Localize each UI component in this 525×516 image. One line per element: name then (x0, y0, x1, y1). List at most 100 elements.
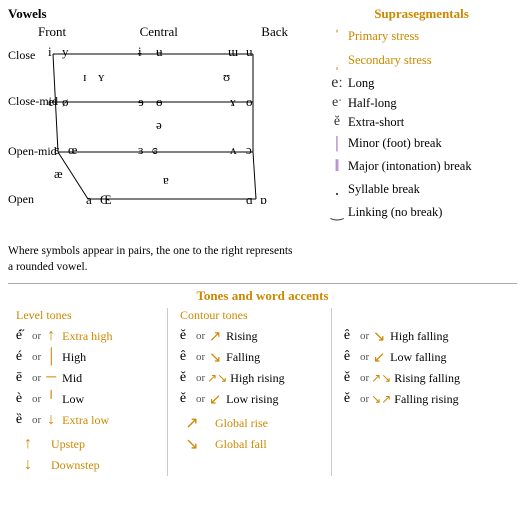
upstep-name: Upstep (51, 437, 85, 452)
high-falling-name: High falling (390, 329, 448, 344)
global-rise-name: Global rise (215, 416, 268, 431)
low-name: Low (62, 392, 84, 407)
tone-downstep: ↓ Downstep (8, 455, 163, 475)
linking-label: Linking (no break) (348, 205, 442, 220)
level-title: Level tones (8, 308, 163, 323)
rising-falling-name: Rising falling (394, 371, 460, 386)
vowel-epsilon: ɛ (54, 142, 59, 158)
vowel-o-slash: ø (62, 94, 69, 110)
vowel-e: e (48, 94, 54, 110)
vowel-y: y (62, 44, 69, 60)
tones-divider (167, 308, 168, 476)
vowel-u-bar: ʉ (156, 44, 163, 60)
high-rising-char: ě (172, 370, 194, 386)
high-rising-name: High rising (230, 371, 284, 386)
tone-high-rising: ě or ↗↘ High rising (172, 368, 327, 388)
low-rising-char: ě (172, 391, 194, 407)
low-rising-name: Low rising (226, 392, 278, 407)
col-back: Back (261, 24, 288, 40)
falling-rising-diacritic: ↘↗ (371, 392, 391, 407)
tone-extra-high: é̋ or ↑ Extra high (8, 326, 163, 346)
tone-upstep: ↑ Upstep (8, 434, 163, 454)
vowel-rams: ɤ (230, 94, 236, 110)
vowel-i-central: ɨ (138, 44, 142, 60)
mid-char: ē (8, 370, 30, 386)
rising-diacritic: ↗ (207, 327, 223, 346)
suprasegmentals-panel: Suprasegmentals ˈ Primary stress ˌ Secon… (318, 6, 517, 275)
top-section: Vowels Front Central Back (8, 6, 517, 275)
vowel-e-mid: ɘ (138, 94, 144, 110)
supra-long: eː Long (326, 74, 517, 92)
minor-break-symbol: | (326, 133, 348, 153)
linking-symbol: ‿ (326, 203, 348, 222)
minor-break-label: Minor (foot) break (348, 136, 442, 151)
high-char: é (8, 349, 30, 365)
tones-divider2 (331, 308, 332, 476)
vowel-description: Where symbols appear in pairs, the one t… (8, 243, 298, 275)
long-label: Long (348, 76, 374, 91)
vowel-turned-alpha: ɒ (260, 192, 267, 208)
low-falling-name: Low falling (390, 350, 446, 365)
vowel-i: i (48, 44, 52, 60)
global-rise-symbol: ↗ (172, 413, 212, 433)
vowel-3: ɜ (138, 142, 143, 158)
supra-secondary-stress: ˌ Secondary stress (326, 50, 517, 71)
vowel-a-turned: ɐ (163, 172, 169, 188)
mid-name: Mid (62, 371, 82, 386)
upstep-symbol: ↑ (8, 435, 48, 453)
extra-high-name: Extra high (62, 329, 112, 344)
falling-rising-name: Falling rising (394, 392, 458, 407)
low-falling-char: ê (336, 349, 358, 365)
global-fall-name: Global fall (215, 437, 267, 452)
tones-columns: Level tones é̋ or ↑ Extra high é or │ Hi… (8, 308, 517, 476)
tone-rising-falling: ě or ↗↘ Rising falling (336, 368, 517, 388)
vowel-Y: ʏ (98, 69, 104, 85)
contour-right-title (336, 308, 517, 323)
tone-low-falling: ê or ↙ Low falling (336, 347, 517, 367)
extra-low-diacritic: ↓ (43, 411, 59, 429)
supra-major-break: ‖ Major (intonation) break (326, 156, 517, 176)
primary-stress-label: Primary stress (348, 29, 419, 44)
extra-low-char: ȅ (8, 412, 30, 428)
extra-high-diacritic: ↑ (43, 327, 59, 345)
tone-rising: ě or ↗ Rising (172, 326, 327, 346)
vowel-upsilon: ʊ (223, 69, 230, 85)
page: Vowels Front Central Back (0, 0, 525, 482)
row-close: Close (8, 48, 35, 63)
vowel-w: ɯ (228, 44, 238, 60)
extra-short-label: Extra-short (348, 115, 404, 130)
high-name: High (62, 350, 86, 365)
low-diacritic: ╵ (43, 390, 59, 409)
contour-tones-col: Contour tones ě or ↗ Rising ê or ↘ Falli… (172, 308, 327, 476)
rising-name: Rising (226, 329, 257, 344)
contour-title: Contour tones (172, 308, 327, 323)
mid-diacritic: ─ (43, 370, 59, 386)
vowel-schwa: ə (156, 117, 162, 133)
supra-linking: ‿ Linking (no break) (326, 203, 517, 222)
low-falling-diacritic: ↙ (371, 348, 387, 367)
major-break-symbol: ‖ (326, 156, 348, 176)
vowel-ae: æ (54, 166, 63, 182)
supra-minor-break: | Minor (foot) break (326, 133, 517, 153)
col-central: Central (140, 24, 178, 40)
supra-syllable-break: . Syllable break (326, 179, 517, 200)
vowel-u: u (246, 44, 253, 60)
secondary-stress-symbol: ˌ (326, 50, 348, 71)
low-char: è (8, 391, 30, 407)
high-falling-char: ê (336, 328, 358, 344)
row-open-mid: Open-mid (8, 144, 57, 159)
vowels-title: Vowels (8, 6, 318, 22)
tones-section: Tones and word accents Level tones é̋ or… (8, 283, 517, 476)
rising-falling-char: ě (336, 370, 358, 386)
long-symbol: eː (326, 74, 348, 92)
row-open: Open (8, 192, 34, 207)
supra-extra-short: ĕ Extra-short (326, 114, 517, 130)
rising-char: ě (172, 328, 194, 344)
tone-falling-rising: ě or ↘↗ Falling rising (336, 389, 517, 409)
vowel-o: o (246, 94, 253, 110)
vowels-chart: Front Central Back (8, 24, 308, 239)
supra-title: Suprasegmentals (326, 6, 517, 22)
supra-half-long: eˑ Half-long (326, 95, 517, 111)
secondary-stress-label: Secondary stress (348, 53, 432, 68)
tone-falling: ê or ↘ Falling (172, 347, 327, 367)
